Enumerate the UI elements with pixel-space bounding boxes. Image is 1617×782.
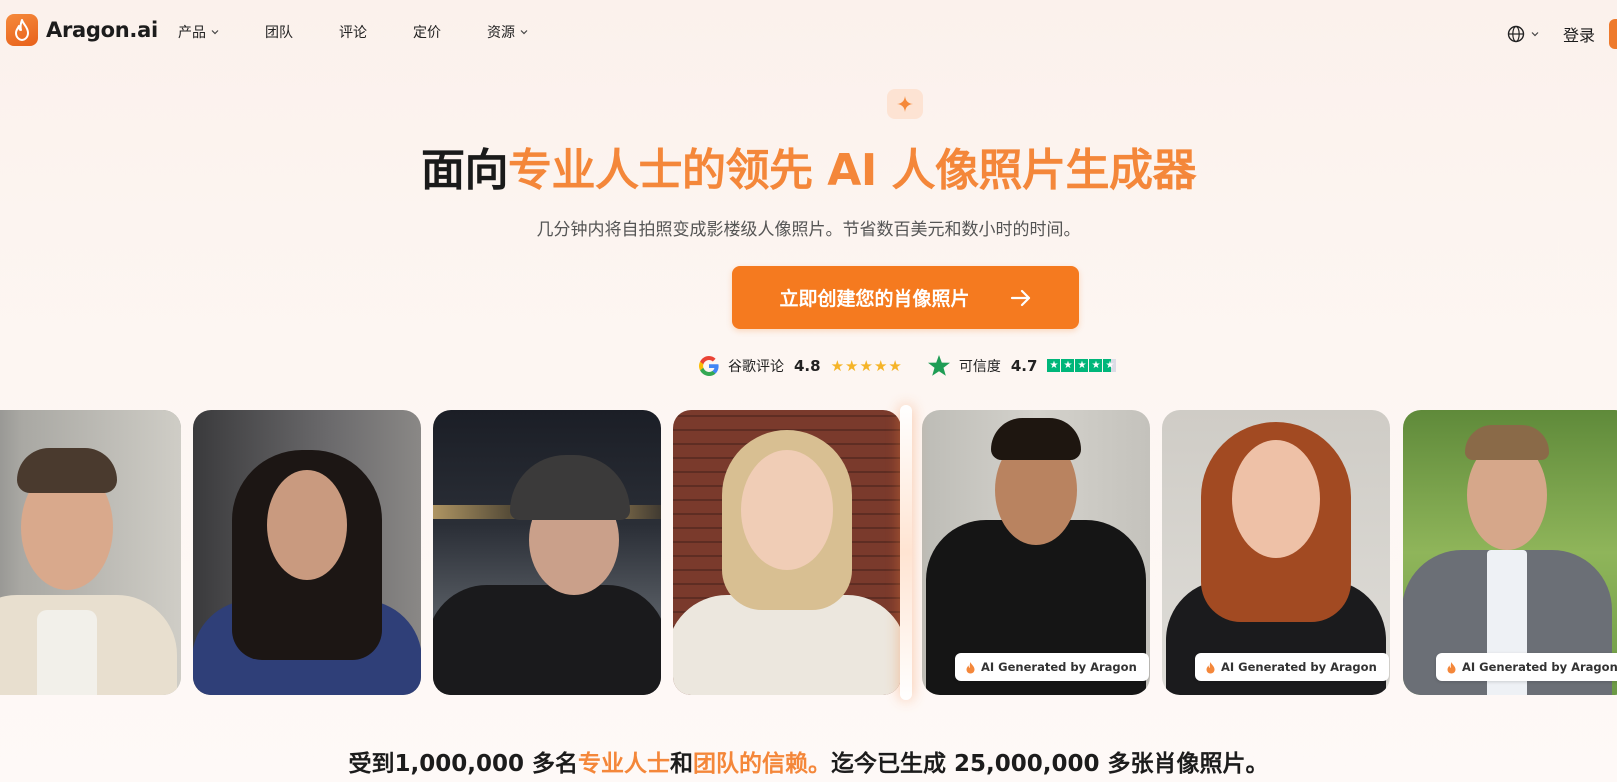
hero-subheading: 几分钟内将自拍照变成影楼级人像照片。节省数百美元和数小时的时间。	[536, 220, 1081, 240]
trustpilot-rating-score: 4.7	[1010, 356, 1038, 375]
flame-icon	[1205, 661, 1216, 674]
ratings-row: 谷歌评论 4.8 ★ ★ ★ ★ ★ 可信度 4.7 ★ ★ ★ ★ ★	[698, 354, 1117, 377]
ai-generated-badge: AI Generated by Aragon	[1436, 653, 1617, 681]
star-icon: ★	[1075, 359, 1089, 372]
trust-statement: 受到1,000,000 多名专业人士和团队的信赖。迄今已生成 25,000,00…	[0, 744, 1617, 778]
nav-cta-button-edge[interactable]	[1609, 19, 1617, 49]
selfie-photo	[673, 410, 901, 695]
google-rating-label: 谷歌评论	[728, 358, 784, 375]
menu-item-label: 资源	[487, 25, 515, 41]
sparkle-badge	[887, 89, 923, 119]
page-title: 面向专业人士的领先 AI 人像照片生成器	[0, 142, 1617, 200]
ai-generated-badge: AI Generated by Aragon	[1195, 653, 1389, 681]
logo[interactable]: Aragon.ai	[6, 14, 158, 46]
arrow-right-icon	[1010, 289, 1032, 307]
menu-item-label: 定价	[413, 25, 441, 41]
headline-part-1: 面向	[420, 145, 509, 196]
star-icon: ★	[1089, 359, 1103, 372]
chevron-down-icon	[520, 30, 528, 35]
menu-item-teams[interactable]: 团队	[265, 22, 293, 42]
globe-icon	[1507, 25, 1525, 43]
menu-item-label: 团队	[265, 25, 293, 41]
star-icon: ★	[1061, 359, 1075, 372]
ai-badge-label: AI Generated by Aragon	[1221, 660, 1377, 674]
trustpilot-stars: ★ ★ ★ ★ ★	[1047, 359, 1117, 372]
headline-part-2: 专业人士的领先 AI 人像照片生成器	[507, 145, 1197, 196]
trust-part-4: 团队的信赖。	[692, 751, 831, 777]
google-icon	[699, 355, 719, 376]
star-icon: ★	[1047, 359, 1061, 372]
flame-icon	[1446, 661, 1457, 674]
chevron-down-icon	[211, 30, 219, 35]
menu-item-label: 评论	[339, 25, 367, 41]
ai-headshot-photo: AI Generated by Aragon	[1162, 410, 1390, 695]
menu-item-reviews[interactable]: 评论	[339, 22, 367, 42]
create-headshot-button[interactable]: 立即创建您的肖像照片	[732, 266, 1079, 329]
star-icon: ★	[830, 356, 845, 375]
login-link[interactable]: 登录	[1563, 22, 1595, 46]
main-menu: 产品 团队 评论 定价 资源	[178, 22, 574, 42]
google-stars: ★ ★ ★ ★ ★	[831, 357, 903, 375]
ai-badge-label: AI Generated by Aragon	[981, 660, 1137, 674]
trust-part-1: 受到1,000,000 多名	[348, 751, 578, 777]
trust-part-5: 迄今已生成 25,000,000 多张肖像照片。	[830, 751, 1269, 777]
flame-logo-icon	[6, 14, 38, 46]
half-star-icon: ★	[1103, 359, 1117, 372]
trustpilot-star-icon	[927, 355, 950, 376]
before-after-divider	[900, 405, 912, 700]
trustpilot-rating[interactable]: 可信度 4.7 ★ ★ ★ ★ ★	[927, 354, 1118, 377]
ai-generated-badge: AI Generated by Aragon	[955, 653, 1149, 681]
selfie-photo	[193, 410, 421, 695]
star-icon: ★	[859, 356, 873, 375]
nav-right: 登录	[1507, 19, 1617, 49]
menu-item-label: 产品	[178, 25, 206, 41]
star-icon: ★	[888, 356, 902, 375]
cta-label: 立即创建您的肖像照片	[779, 288, 970, 310]
menu-item-resources[interactable]: 资源	[487, 22, 528, 42]
menu-item-products[interactable]: 产品	[178, 22, 219, 42]
trust-part-2: 专业人士	[577, 751, 670, 777]
flame-icon	[965, 661, 976, 674]
google-rating-score: 4.8	[794, 356, 821, 375]
star-icon: ★	[845, 356, 859, 375]
trust-part-3: 和	[669, 751, 693, 777]
ai-headshot-photo: AI Generated by Aragon	[1403, 410, 1617, 695]
chevron-down-icon	[1531, 32, 1539, 37]
menu-item-pricing[interactable]: 定价	[413, 22, 441, 42]
star-icon: ★	[873, 356, 888, 375]
google-rating[interactable]: 谷歌评论 4.8 ★ ★ ★ ★ ★	[698, 355, 903, 377]
trustpilot-rating-label: 可信度	[958, 358, 1001, 375]
selfie-photo	[433, 410, 661, 695]
ai-badge-label: AI Generated by Aragon	[1462, 660, 1617, 674]
logo-text: Aragon.ai	[46, 18, 158, 42]
top-navbar: Aragon.ai 产品 团队 评论 定价 资源 登录	[0, 0, 1617, 64]
ai-headshot-photo: AI Generated by Aragon	[922, 410, 1150, 695]
selfie-photo	[0, 410, 181, 695]
sparkle-icon	[897, 96, 913, 112]
language-selector[interactable]	[1507, 25, 1539, 43]
headshot-gallery: AI Generated by Aragon AI Generated by A…	[0, 410, 1617, 696]
